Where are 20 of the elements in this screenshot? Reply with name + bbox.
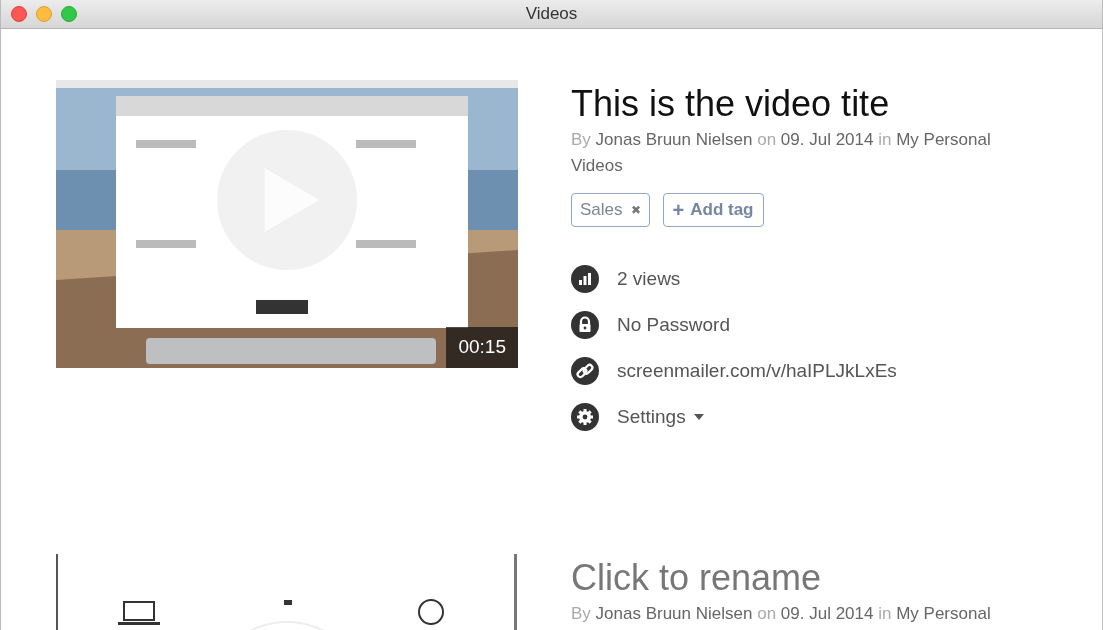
lock-icon — [571, 311, 599, 339]
settings-dropdown[interactable]: Settings — [617, 406, 704, 428]
video-meta: By Jonas Bruun Nielsen on 09. Jul 2014 in My Personal — [571, 603, 992, 625]
video-meta: By Jonas Bruun Nielsen on 09. Jul 2014 in My Personal Videos — [571, 129, 992, 177]
tag-label: Sales — [580, 200, 623, 220]
settings-icon — [571, 403, 599, 431]
link-icon — [571, 357, 599, 385]
close-button[interactable] — [11, 6, 27, 22]
bar-chart-icon — [571, 265, 599, 293]
view-count: 2 views — [617, 268, 681, 290]
video-title[interactable]: This is the video tite — [571, 83, 1011, 125]
add-tag-button[interactable]: + Add tag — [662, 193, 764, 227]
video-title[interactable]: Click to rename — [571, 557, 1011, 599]
minimize-button[interactable] — [36, 6, 52, 22]
duration-badge: 00:15 — [446, 327, 518, 368]
window-title: Videos — [525, 4, 578, 24]
password-status: No Password — [617, 314, 730, 336]
share-link[interactable]: screenmailer.com/v/haIPLJkLxEs — [617, 360, 897, 382]
zoom-button[interactable] — [61, 6, 77, 22]
remove-tag-icon[interactable]: ✖ — [630, 203, 641, 217]
